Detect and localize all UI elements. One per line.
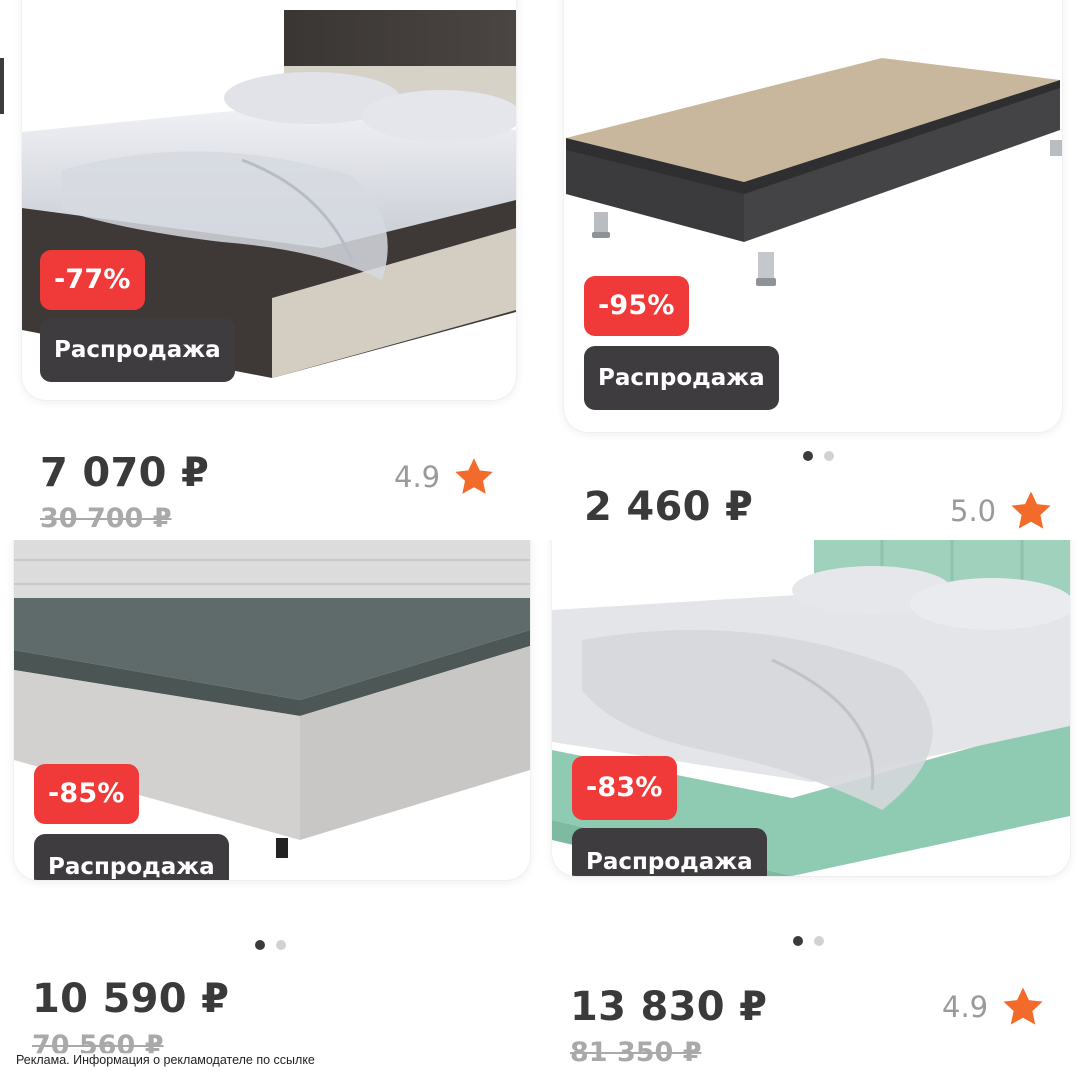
sale-badge: Распродажа (572, 828, 767, 876)
carousel-dot[interactable] (803, 451, 813, 461)
price: 7 070 ₽ (40, 450, 210, 496)
star-icon (455, 458, 493, 494)
rating-value: 4.9 (394, 460, 441, 494)
rating-value: 5.0 (950, 494, 997, 528)
product-card-3[interactable]: -85% Распродажа 10 590 ₽ 70 560 ₽ (0, 540, 540, 1080)
mattress-on-upholstered-base-icon (14, 540, 530, 858)
product-image-3[interactable]: -85% Распродажа (14, 540, 530, 880)
carousel-dot[interactable] (793, 936, 803, 946)
discount-badge: -95% (584, 276, 689, 336)
star-icon (1011, 491, 1051, 529)
neighbor-card-edge (0, 58, 4, 114)
rating: 4.9 (942, 984, 1046, 1030)
star-icon (1003, 987, 1043, 1025)
discount-badge: -83% (572, 756, 677, 820)
discount-badge: -77% (40, 250, 145, 310)
carousel-dots[interactable] (803, 451, 834, 461)
carousel-dot[interactable] (255, 940, 265, 950)
old-price: 81 350 ₽ (570, 1037, 702, 1068)
carousel-dots[interactable] (793, 936, 824, 946)
ad-disclaimer[interactable]: Реклама. Информация о рекламодателе по с… (16, 1053, 315, 1067)
product-card-4[interactable]: -83% Распродажа 13 830 ₽ 81 350 ₽ 4.9 (540, 540, 1080, 1080)
sale-badge: Распродажа (34, 834, 229, 880)
discount-badge: -85% (34, 764, 139, 824)
old-price: 30 700 ₽ (40, 503, 172, 534)
carousel-dots[interactable] (255, 940, 286, 950)
product-image-2[interactable]: -95% Распродажа (564, 0, 1062, 432)
sale-badge: Распродажа (584, 346, 779, 410)
price: 2 460 ₽ (584, 484, 754, 530)
rating: 5.0 (950, 488, 1054, 534)
price: 10 590 ₽ (32, 976, 230, 1022)
sale-badge: Распродажа (40, 318, 235, 382)
carousel-dot[interactable] (814, 936, 824, 946)
product-card-1[interactable]: -77% Распродажа 7 070 ₽ 30 700 ₽ 4.9 (0, 0, 540, 540)
price: 13 830 ₽ (570, 984, 768, 1030)
rating: 4.9 (394, 455, 496, 499)
product-image-1[interactable]: -77% Распродажа (22, 0, 516, 400)
carousel-dot[interactable] (276, 940, 286, 950)
carousel-dot[interactable] (824, 451, 834, 461)
rating-value: 4.9 (942, 990, 989, 1024)
mint-upholstered-bed-icon (552, 540, 1070, 876)
product-image-4[interactable]: -83% Распродажа (552, 540, 1070, 876)
product-card-2[interactable]: -95% Распродажа 2 460 ₽ 5.0 (540, 0, 1080, 540)
